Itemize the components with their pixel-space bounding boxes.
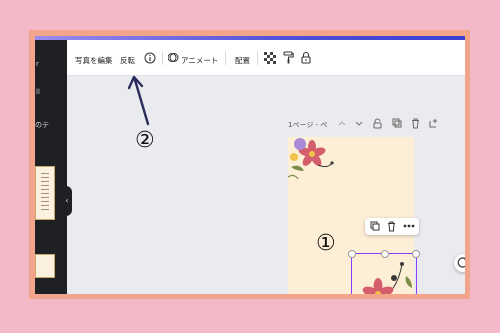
template-thumbnail[interactable] (35, 166, 55, 220)
paint-roller-icon[interactable] (283, 51, 294, 64)
delete-page-icon[interactable] (411, 118, 420, 129)
sidebar-text-low[interactable]: のテ (35, 120, 49, 130)
rotate-handle[interactable] (454, 254, 465, 272)
annotation-number-one: ① (316, 231, 336, 256)
context-toolbar: 写真を編集 反転 アニメート 配置 (67, 40, 465, 76)
toolbar-divider (162, 51, 163, 65)
annotation-arrow (127, 75, 150, 126)
left-sidebar: r ll のテ (35, 40, 67, 294)
add-page-icon[interactable] (429, 118, 439, 128)
flip-button[interactable]: 反転 (120, 55, 135, 66)
toolbar-divider (257, 51, 258, 65)
sidebar-text-mid: ll (36, 88, 40, 96)
copy-icon[interactable] (370, 221, 380, 231)
resize-handle[interactable] (412, 250, 420, 258)
chevron-down-icon[interactable] (355, 120, 363, 127)
rotate-icon (457, 257, 465, 268)
position-button[interactable]: 配置 (235, 55, 250, 66)
toolbar-divider (225, 51, 226, 65)
lock-icon[interactable] (301, 51, 311, 64)
edit-photo-button[interactable]: 写真を編集 (75, 55, 113, 66)
checkerboard-icon[interactable] (264, 52, 276, 64)
chevron-up-icon[interactable] (338, 120, 346, 127)
sidebar-collapse-handle[interactable]: ‹ (62, 186, 72, 216)
floral-graphic-bottom (362, 262, 412, 294)
lock-page-icon[interactable] (373, 118, 382, 129)
floral-graphic-top[interactable] (288, 137, 338, 189)
duplicate-page-icon[interactable] (392, 118, 402, 128)
resize-handle[interactable] (348, 250, 356, 258)
animate-button[interactable]: アニメート (181, 55, 218, 66)
trash-icon[interactable] (387, 221, 396, 232)
annotation-number-two: ② (135, 128, 155, 153)
more-options-icon[interactable] (403, 224, 415, 228)
selected-flower-element[interactable] (348, 250, 420, 294)
sidebar-text-top: r (36, 60, 39, 68)
info-icon[interactable] (144, 52, 156, 64)
template-thumbnail[interactable] (35, 254, 55, 278)
animate-icon (168, 53, 179, 62)
element-toolbar (365, 218, 419, 235)
page-title[interactable]: 1ページ - ペ (288, 120, 327, 130)
editor-screen: r ll のテ ‹ 写真を編集 反転 アニメート 配置 1ページ - ペ ① ② (35, 36, 465, 294)
resize-handle[interactable] (381, 250, 389, 258)
